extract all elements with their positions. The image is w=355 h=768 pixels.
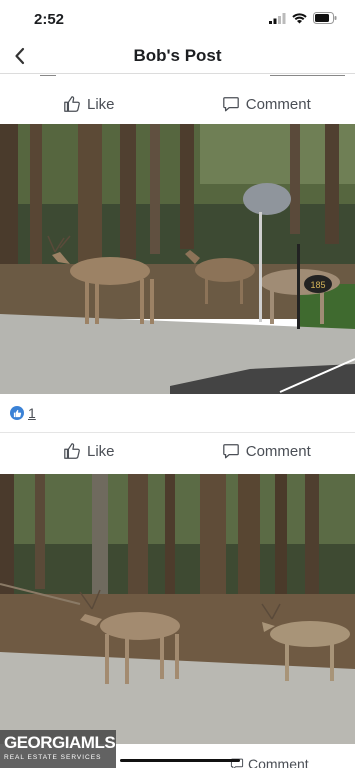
thumbs-up-icon	[64, 443, 80, 459]
wifi-icon	[292, 12, 307, 23]
watermark-tagline: REAL ESTATE SERVICES	[4, 754, 102, 761]
comment-label: Comment	[245, 95, 311, 113]
mailbox-number: 185	[310, 280, 325, 290]
like-label: Like	[86, 442, 115, 460]
action-row-2: Like Comment	[0, 432, 355, 470]
like-reaction-icon	[10, 406, 24, 420]
post-photo-1[interactable]: 185	[0, 124, 355, 394]
comment-label: Comment	[245, 442, 311, 460]
status-bar: 2:52	[0, 0, 355, 38]
like-label: Like	[86, 95, 115, 113]
previous-post-edge-right	[270, 75, 345, 76]
page-title: Bob's Post	[133, 46, 222, 65]
comment-label: Comment	[248, 756, 309, 768]
deer-photo-1: 185	[0, 124, 355, 394]
watermark-brand: GEORGIAMLS	[4, 733, 116, 752]
reaction-count: 1	[28, 405, 36, 421]
signal-icon	[269, 12, 286, 24]
status-time: 2:52	[34, 11, 65, 28]
comment-button-partial[interactable]: Comment	[230, 756, 309, 768]
action-row-1: Like Comment	[0, 85, 355, 123]
thumbs-up-icon	[64, 96, 80, 112]
comment-icon	[222, 97, 239, 112]
reaction-summary[interactable]: 1	[10, 405, 36, 421]
comment-button[interactable]: Comment	[178, 442, 355, 460]
post-photo-2[interactable]	[0, 474, 355, 744]
deer-photo-2	[0, 474, 355, 744]
status-icons	[269, 12, 337, 24]
nav-bar: Bob's Post	[0, 38, 355, 74]
previous-post-edge	[40, 75, 56, 76]
like-button[interactable]: Like	[0, 95, 178, 113]
home-indicator[interactable]	[120, 759, 240, 762]
comment-button[interactable]: Comment	[178, 95, 355, 113]
like-button[interactable]: Like	[0, 442, 178, 460]
comment-icon	[222, 444, 239, 459]
mls-watermark: GEORGIAMLS REAL ESTATE SERVICES	[0, 730, 116, 768]
battery-icon	[313, 12, 337, 24]
